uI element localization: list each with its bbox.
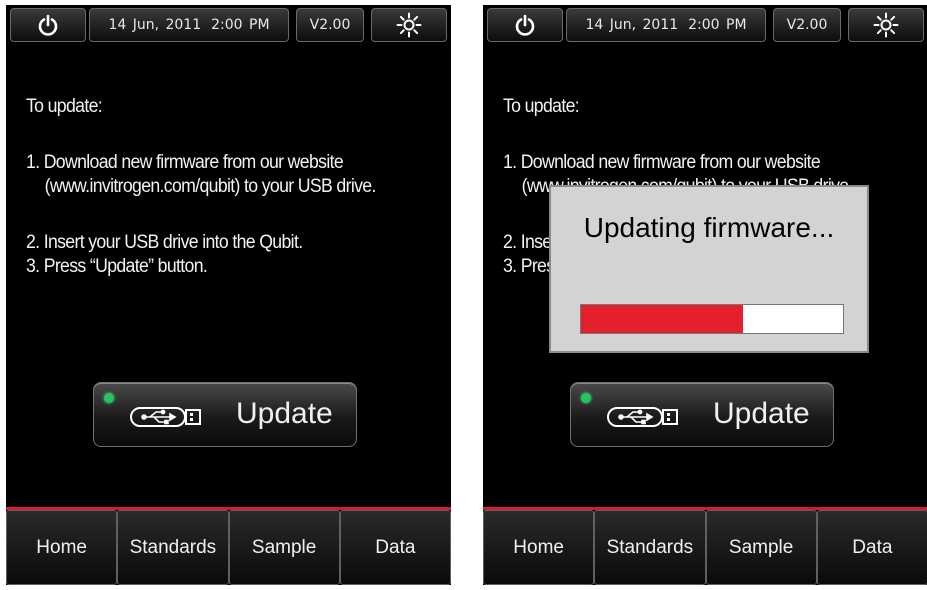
brightness-button[interactable] (848, 8, 924, 42)
power-icon (515, 14, 535, 36)
nav-data-button[interactable]: Data (816, 510, 927, 585)
update-label: Update (713, 397, 810, 430)
status-led (104, 393, 114, 403)
instructions-intro: To update: (503, 96, 580, 117)
sun-icon (873, 12, 899, 38)
version-button[interactable]: V2.00 (296, 8, 364, 42)
device-screen-updating: 14 Jun, 2011 2:00 PM V2.00 To update: 1.… (483, 5, 927, 585)
instructions-intro: To update: (26, 96, 103, 117)
updating-firmware-dialog: Updating firmware... (549, 185, 869, 353)
usb-icon (130, 407, 201, 427)
bottom-nav: Home Standards Sample Data (483, 507, 927, 585)
update-button[interactable]: Update (570, 382, 834, 447)
nav-standards-button[interactable]: Standards (594, 510, 706, 585)
step-2: 2. Insert your USB drive into the Qubit. (26, 232, 303, 253)
step-1-line-1: 1. Download new firmware from our websit… (503, 152, 821, 173)
date-time-button[interactable]: 14 Jun, 2011 2:00 PM (566, 8, 766, 42)
brightness-button[interactable] (371, 8, 447, 42)
nav-home-button[interactable]: Home (483, 510, 595, 585)
power-icon (38, 14, 58, 36)
update-button[interactable]: Update (93, 382, 357, 447)
device-screen-before: 14 Jun, 2011 2:00 PM V2.00 To update: 1.… (6, 5, 451, 585)
top-bar: 14 Jun, 2011 2:00 PM V2.00 (6, 5, 451, 42)
step-1: 1. Download new firmware from our websit… (26, 151, 412, 199)
top-bar: 14 Jun, 2011 2:00 PM V2.00 (483, 5, 927, 42)
usb-icon (607, 407, 678, 427)
nav-home-button[interactable]: Home (6, 510, 118, 585)
power-button[interactable] (487, 8, 563, 42)
power-button[interactable] (10, 8, 86, 42)
step-1-line-1: 1. Download new firmware from our websit… (26, 152, 344, 173)
dialog-title: Updating firmware... (583, 212, 835, 243)
step-1-line-2: (www.invitrogen.com/qubit) to your USB d… (44, 176, 377, 197)
nav-sample-button[interactable]: Sample (228, 510, 340, 585)
update-instructions: To update: 1. Download new firmware from… (26, 95, 412, 279)
date-time-button[interactable]: 14 Jun, 2011 2:00 PM (89, 8, 289, 42)
nav-data-button[interactable]: Data (339, 510, 451, 585)
progress-bar (580, 304, 844, 334)
date-text: 14 Jun, 2011 (585, 17, 679, 33)
nav-standards-button[interactable]: Standards (117, 510, 229, 585)
nav-sample-button[interactable]: Sample (705, 510, 817, 585)
version-button[interactable]: V2.00 (773, 8, 841, 42)
bottom-nav: Home Standards Sample Data (6, 507, 451, 585)
progress-bar-fill (581, 305, 744, 333)
sun-icon (396, 12, 422, 38)
update-label: Update (236, 397, 333, 430)
time-text: 2:00 PM (211, 17, 270, 33)
status-led (581, 393, 591, 403)
step-3: 3. Press “Update” button. (26, 256, 208, 277)
date-text: 14 Jun, 2011 (108, 17, 202, 33)
time-text: 2:00 PM (688, 17, 747, 33)
